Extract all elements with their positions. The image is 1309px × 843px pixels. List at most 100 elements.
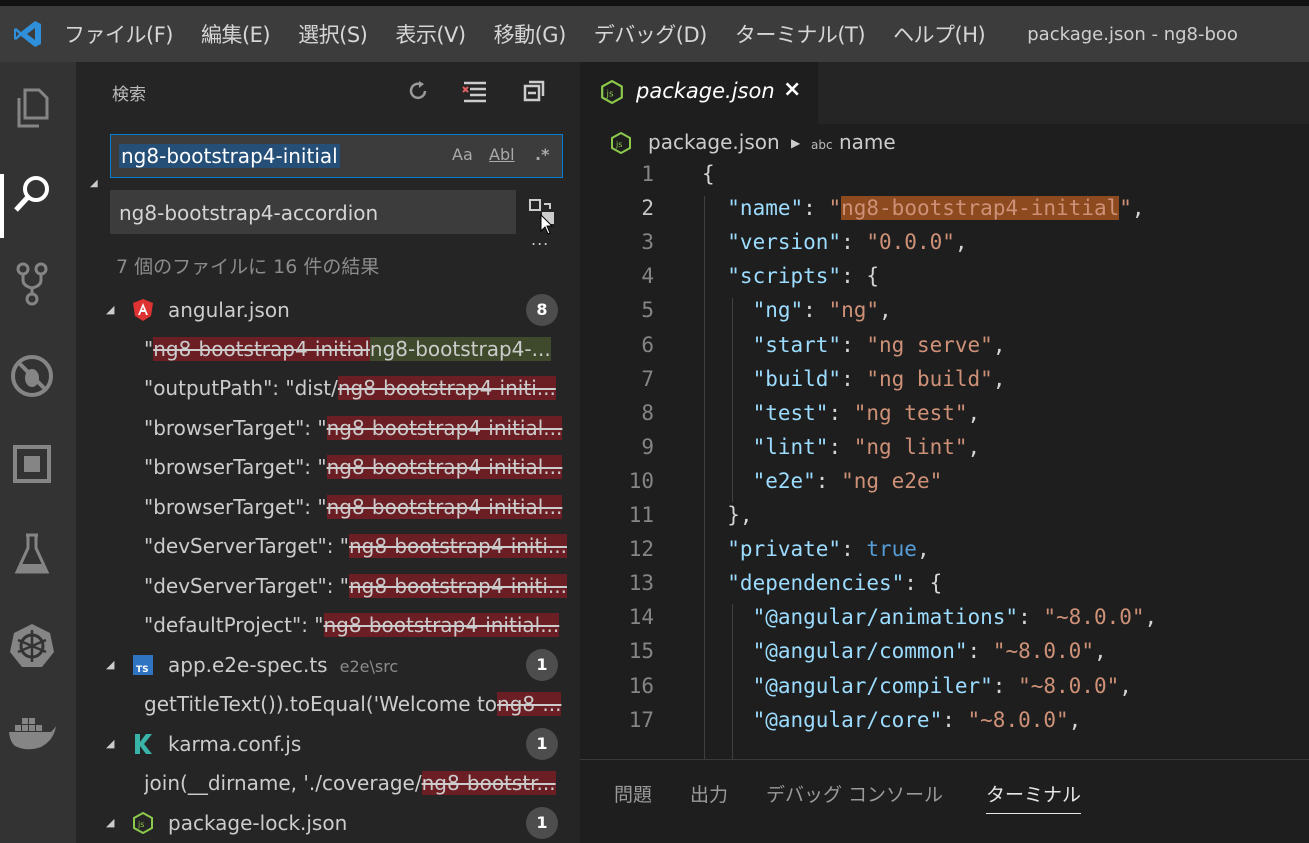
replace-input[interactable]: ng8-bootstrap4-accordion	[110, 190, 516, 234]
nodejs-icon: js	[600, 79, 624, 108]
code-line[interactable]: 6 "start": "ng serve",	[580, 333, 1309, 367]
clear-results-icon[interactable]	[460, 76, 490, 106]
match-row[interactable]: "browserTarget": " ng8-bootstrap4-initial…	[144, 447, 580, 486]
match-row[interactable]: "browserTarget": " ng8-bootstrap4-initial…	[144, 408, 580, 447]
menu-help[interactable]: ヘルプ(H)	[893, 19, 986, 49]
match-removed: ng8-bootstrap4-initial	[153, 336, 370, 361]
docker-icon[interactable]	[0, 702, 64, 766]
match-row[interactable]: "devServerTarget": " ng8-bootstrap4-initi…	[144, 566, 580, 605]
code-token: :	[967, 639, 993, 664]
source-control-icon[interactable]	[0, 252, 64, 316]
panel-tab-problems[interactable]: 問題	[614, 780, 652, 807]
menu-view[interactable]: 表示(V)	[395, 19, 466, 49]
bottom-panel: 問題 出力 デバッグ コンソール ターミナル	[580, 759, 1309, 843]
code-token: : {	[904, 571, 943, 596]
match-row[interactable]: "browserTarget": " ng8-bootstrap4-initial…	[144, 487, 580, 526]
code-token: "e2e"	[702, 468, 816, 493]
code-line[interactable]: 13 "dependencies": {	[580, 571, 1309, 605]
line-number: 5	[641, 298, 654, 323]
code-token: "ng serve"	[866, 332, 993, 357]
panel-tab-output[interactable]: 出力	[690, 780, 728, 807]
menu-edit[interactable]: 編集(E)	[201, 19, 271, 49]
collapse-all-icon[interactable]	[519, 76, 549, 106]
match-row[interactable]: "defaultProject": " ng8-bootstrap4-initia…	[144, 605, 580, 644]
search-sidebar: 検索 ng8-bootstrap4-initial Aa Abl .* ◢ ng…	[76, 62, 580, 843]
typescript-icon: TS	[132, 654, 154, 676]
replace-value: ng8-bootstrap4-accordion	[119, 201, 379, 225]
match-row[interactable]: join(__dirname, './coverage/ng8-bootstr.…	[144, 763, 580, 802]
result-file-row[interactable]: ◢ angular.json 8	[76, 290, 580, 329]
result-file-name: app.e2e-spec.ts e2e\src	[168, 653, 398, 677]
explorer-icon[interactable]	[0, 76, 64, 140]
code-token: "ng build"	[866, 366, 993, 391]
breadcrumb-file[interactable]: package.json	[648, 130, 780, 154]
close-icon[interactable]: ×	[783, 77, 801, 102]
menu-debug[interactable]: デバッグ(D)	[594, 19, 708, 49]
code-line[interactable]: 10 "e2e": "ng e2e"	[580, 469, 1309, 503]
replace-toggle-chevron-icon[interactable]: ◢	[90, 178, 98, 189]
sidebar-title: 検索	[112, 85, 146, 105]
svg-text:js: js	[137, 820, 144, 829]
code-line[interactable]: 11 },	[580, 503, 1309, 537]
line-number: 2	[641, 196, 654, 221]
breadcrumb-symbol[interactable]: name	[839, 130, 896, 154]
result-file-row[interactable]: ◢ karma.conf.js 1	[76, 724, 580, 763]
code-line[interactable]: 5 "ng": "ng",	[580, 298, 1309, 332]
code-text: "lint": "ng lint",	[702, 435, 981, 459]
match-row[interactable]: "devServerTarget": " ng8-bootstrap4-initi…	[144, 526, 580, 565]
code-line[interactable]: 15 "@angular/common": "~8.0.0",	[580, 639, 1309, 673]
regex-toggle[interactable]: .*	[535, 145, 549, 164]
code-line[interactable]: 4 "scripts": {	[580, 264, 1309, 298]
line-number: 4	[641, 264, 654, 289]
code-editor[interactable]: 1{2 "name": "ng8-bootstrap4-initial", 3 "…	[580, 162, 1309, 762]
code-token: "ng"	[702, 298, 804, 323]
code-line[interactable]: 16 "@angular/compiler": "~8.0.0",	[580, 674, 1309, 708]
code-line[interactable]: 1{	[580, 162, 1309, 196]
search-input[interactable]: ng8-bootstrap4-initial Aa Abl .*	[110, 134, 563, 178]
match-row[interactable]: "outputPath": "dist/ng8-bootstrap4-initi…	[144, 368, 580, 407]
code-line[interactable]: 7 "build": "ng build",	[580, 367, 1309, 401]
menu-terminal[interactable]: ターミナル(T)	[735, 19, 866, 49]
test-flask-icon[interactable]	[0, 522, 64, 586]
search-icon[interactable]	[0, 162, 64, 226]
code-text: "@angular/compiler": "~8.0.0",	[702, 674, 1132, 698]
line-number: 15	[628, 639, 654, 664]
extensions-icon[interactable]	[0, 432, 64, 496]
code-line[interactable]: 8 "test": "ng test",	[580, 401, 1309, 435]
code-text: "test": "ng test",	[702, 401, 981, 425]
menu-selection[interactable]: 選択(S)	[298, 19, 368, 49]
match-prefix: "browserTarget": "	[144, 494, 327, 519]
match-whole-word-toggle[interactable]: Abl	[489, 145, 515, 164]
match-removed: ng8-bootstrap4-initi...	[349, 533, 567, 558]
editor-area: js package.json × js package.json ▶ abc …	[580, 62, 1309, 843]
more-options-icon[interactable]: ...	[531, 230, 549, 249]
code-token: ,	[992, 366, 1006, 391]
nodejs-icon: js	[132, 811, 154, 834]
code-line[interactable]: 14 "@angular/animations": "~8.0.0",	[580, 605, 1309, 639]
code-token: "ng"	[828, 298, 880, 323]
kubernetes-icon[interactable]	[0, 614, 64, 678]
code-line[interactable]: 3 "version": "0.0.0",	[580, 230, 1309, 264]
code-token: :	[841, 537, 867, 562]
code-line[interactable]: 2 "name": "ng8-bootstrap4-initial",	[580, 196, 1309, 230]
debug-icon[interactable]	[0, 344, 64, 408]
panel-tab-debug-console[interactable]: デバッグ コンソール	[766, 780, 943, 807]
result-file-row[interactable]: ◢ TS app.e2e-spec.ts e2e\src 1	[76, 645, 580, 684]
code-line[interactable]: 9 "lint": "ng lint",	[580, 435, 1309, 469]
menu-file[interactable]: ファイル(F)	[64, 19, 173, 49]
panel-tab-terminal[interactable]: ターミナル	[986, 780, 1082, 814]
code-token: "	[828, 196, 842, 221]
code-token: "dependencies"	[702, 571, 905, 596]
code-line[interactable]: 17 "@angular/core": "~8.0.0",	[580, 708, 1309, 742]
match-row[interactable]: getTitleText()).toEqual('Welcome to ng8-…	[144, 684, 580, 723]
match-row[interactable]: " ng8-bootstrap4-initial ng8-bootstrap4-..…	[144, 329, 580, 368]
code-line[interactable]: 12 "private": true,	[580, 537, 1309, 571]
tab-package-json[interactable]: js package.json ×	[580, 62, 818, 124]
search-query-text: ng8-bootstrap4-initial	[119, 144, 340, 168]
result-file-row[interactable]: ◢ js package-lock.json 1	[76, 803, 580, 842]
replace-all-icon[interactable]	[526, 196, 558, 235]
line-number: 3	[641, 230, 654, 255]
refresh-icon[interactable]	[403, 76, 433, 106]
match-case-toggle[interactable]: Aa	[452, 145, 473, 164]
menu-go[interactable]: 移動(G)	[494, 19, 567, 49]
